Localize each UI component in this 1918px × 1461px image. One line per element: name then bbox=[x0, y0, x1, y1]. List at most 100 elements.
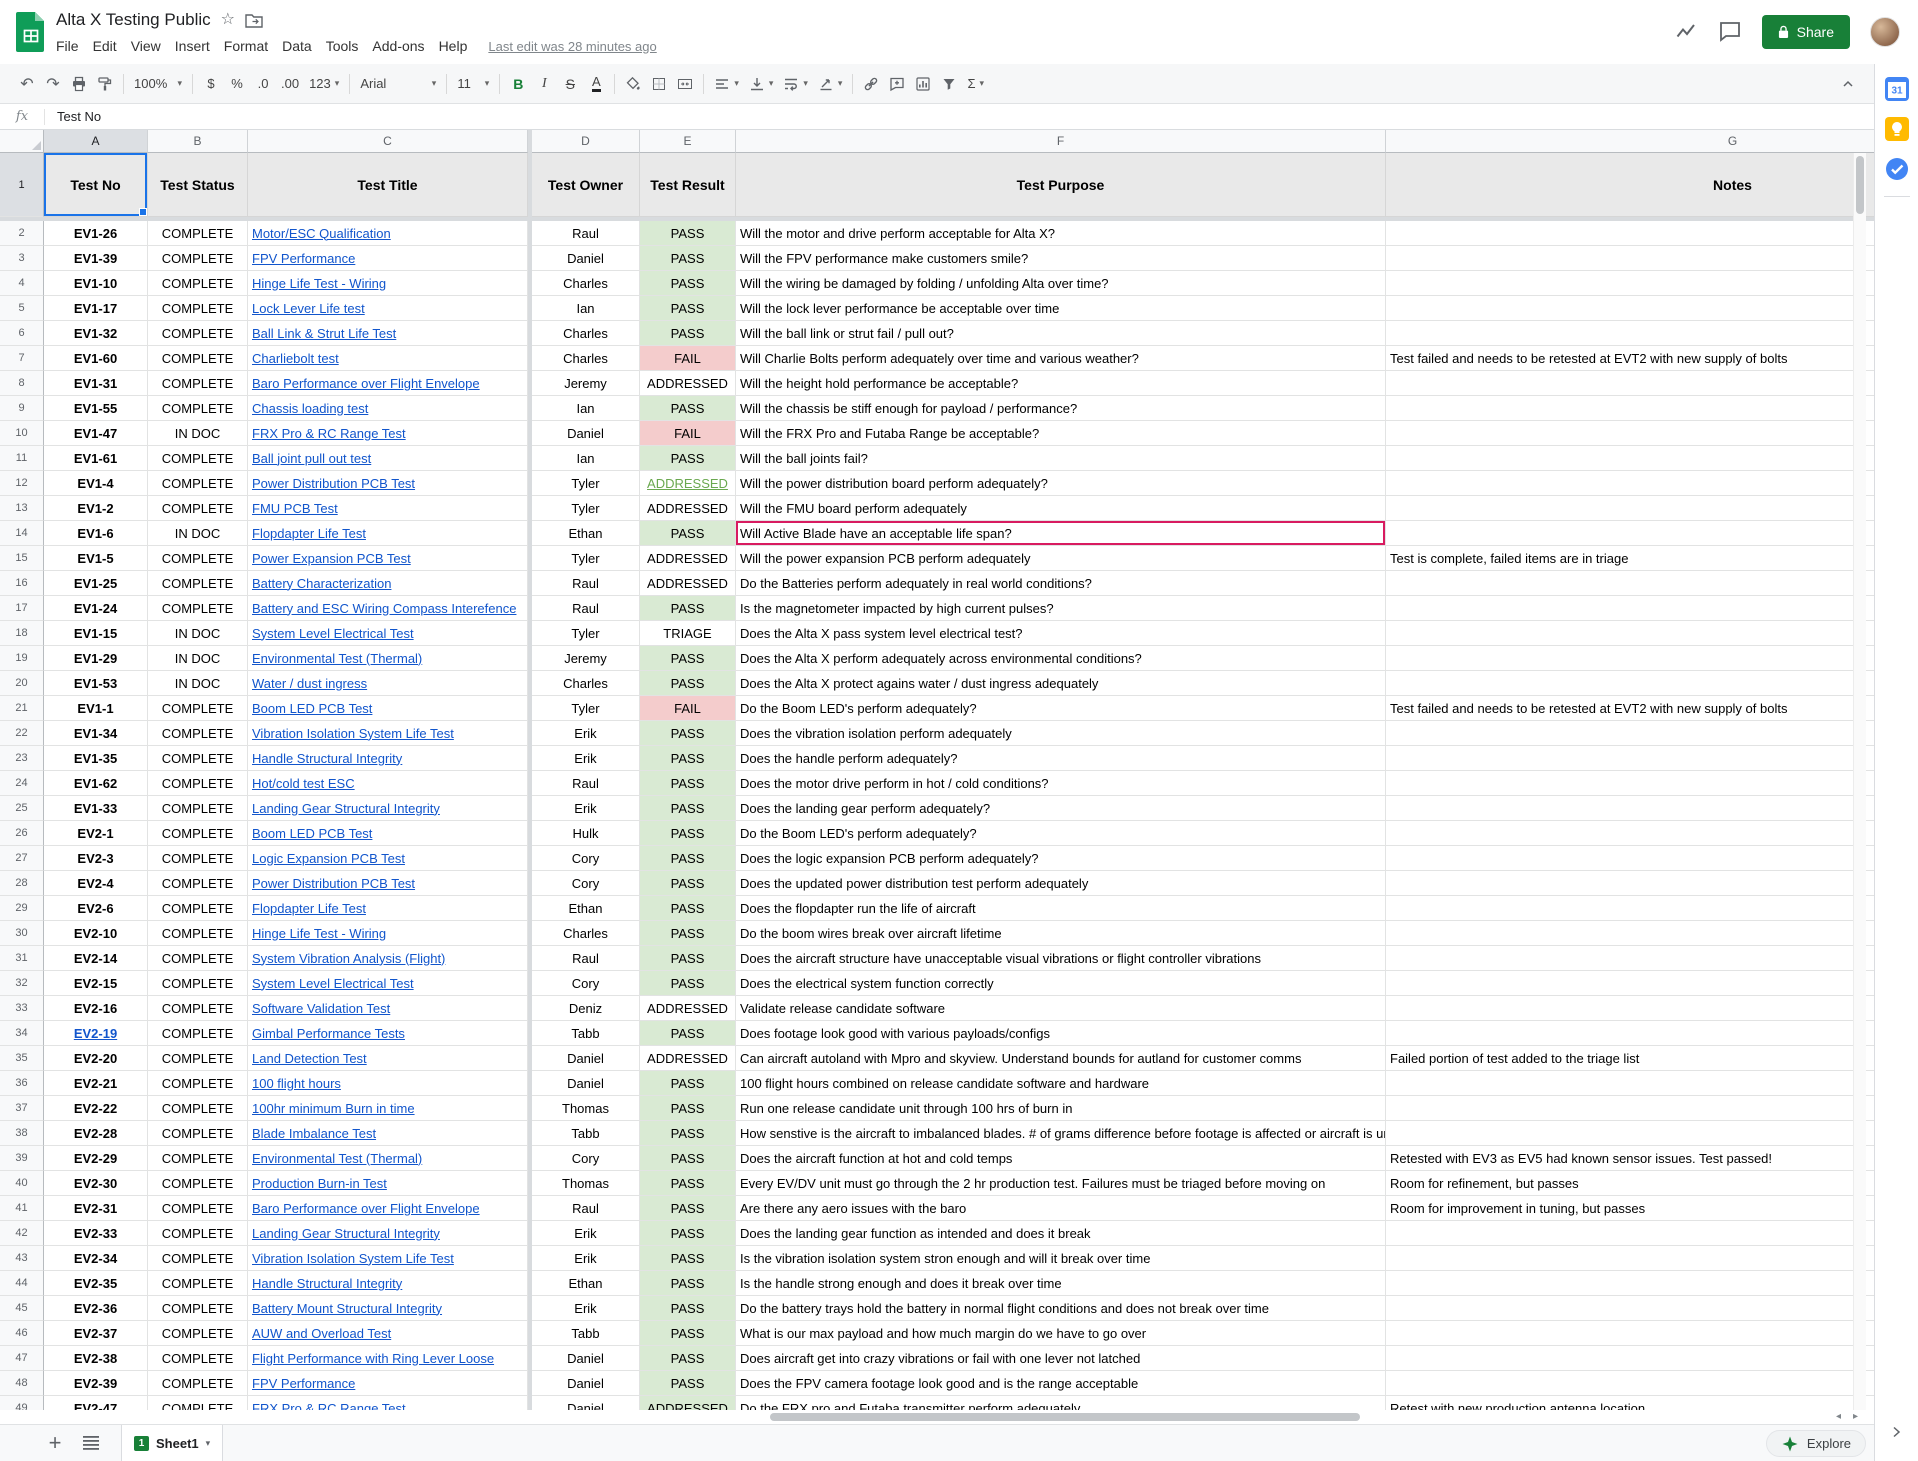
cell-E20[interactable]: PASS bbox=[640, 671, 736, 696]
cell-F43[interactable]: Is the vibration isolation system stron … bbox=[736, 1246, 1386, 1271]
cell-A20[interactable]: EV1-53 bbox=[44, 671, 148, 696]
cell-C38[interactable]: Blade Imbalance Test bbox=[248, 1121, 528, 1146]
cell-F47[interactable]: Does aircraft get into crazy vibrations … bbox=[736, 1346, 1386, 1371]
cell-G40[interactable]: Room for refinement, but passes bbox=[1386, 1171, 1874, 1196]
cell-A21[interactable]: EV1-1 bbox=[44, 696, 148, 721]
cell-C32[interactable]: System Level Electrical Test bbox=[248, 971, 528, 996]
cell-E27[interactable]: PASS bbox=[640, 846, 736, 871]
cell-B28[interactable]: COMPLETE bbox=[148, 871, 248, 896]
cell-C33[interactable]: Software Validation Test bbox=[248, 996, 528, 1021]
column-header-B[interactable]: B bbox=[148, 130, 248, 153]
row-header-4[interactable]: 4 bbox=[0, 271, 44, 296]
cell-G33[interactable] bbox=[1386, 996, 1874, 1021]
increase-decimal-places-button[interactable]: .00 bbox=[276, 71, 304, 97]
cell-G15[interactable]: Test is complete, failed items are in tr… bbox=[1386, 546, 1874, 571]
cell-F15[interactable]: Will the power expansion PCB perform ade… bbox=[736, 546, 1386, 571]
cell-F9[interactable]: Will the chassis be stiff enough for pay… bbox=[736, 396, 1386, 421]
cell-B5[interactable]: COMPLETE bbox=[148, 296, 248, 321]
cell-C7[interactable]: Charliebolt test bbox=[248, 346, 528, 371]
cell-E22[interactable]: PASS bbox=[640, 721, 736, 746]
cell-B12[interactable]: COMPLETE bbox=[148, 471, 248, 496]
row-header-39[interactable]: 39 bbox=[0, 1146, 44, 1171]
font-size-button[interactable]: 11▾ bbox=[452, 71, 494, 97]
cell-A1[interactable]: Test No bbox=[44, 153, 148, 217]
cell-D6[interactable]: Charles bbox=[532, 321, 640, 346]
cell-F28[interactable]: Does the updated power distribution test… bbox=[736, 871, 1386, 896]
cell-C41[interactable]: Baro Performance over Flight Envelope bbox=[248, 1196, 528, 1221]
cell-F40[interactable]: Every EV/DV unit must go through the 2 h… bbox=[736, 1171, 1386, 1196]
cell-G3[interactable] bbox=[1386, 246, 1874, 271]
cell-C1[interactable]: Test Title bbox=[248, 153, 528, 217]
cell-G25[interactable] bbox=[1386, 796, 1874, 821]
cell-B23[interactable]: COMPLETE bbox=[148, 746, 248, 771]
row-header-3[interactable]: 3 bbox=[0, 246, 44, 271]
cell-A16[interactable]: EV1-25 bbox=[44, 571, 148, 596]
cell-B34[interactable]: COMPLETE bbox=[148, 1021, 248, 1046]
cell-D49[interactable]: Daniel bbox=[532, 1396, 640, 1410]
cell-B49[interactable]: COMPLETE bbox=[148, 1396, 248, 1410]
cell-F22[interactable]: Does the vibration isolation perform ade… bbox=[736, 721, 1386, 746]
cell-C9[interactable]: Chassis loading test bbox=[248, 396, 528, 421]
cell-E38[interactable]: PASS bbox=[640, 1121, 736, 1146]
cell-A28[interactable]: EV2-4 bbox=[44, 871, 148, 896]
cell-G11[interactable] bbox=[1386, 446, 1874, 471]
vertical-scrollbar[interactable] bbox=[1853, 153, 1866, 1410]
cell-A22[interactable]: EV1-34 bbox=[44, 721, 148, 746]
cell-E5[interactable]: PASS bbox=[640, 296, 736, 321]
cell-B17[interactable]: COMPLETE bbox=[148, 596, 248, 621]
cell-F16[interactable]: Do the Batteries perform adequately in r… bbox=[736, 571, 1386, 596]
cell-G18[interactable] bbox=[1386, 621, 1874, 646]
cell-F32[interactable]: Does the electrical system function corr… bbox=[736, 971, 1386, 996]
cell-C20[interactable]: Water / dust ingress bbox=[248, 671, 528, 696]
row-header-42[interactable]: 42 bbox=[0, 1221, 44, 1246]
cell-G45[interactable] bbox=[1386, 1296, 1874, 1321]
vertical-align-button[interactable]: ▾ bbox=[744, 71, 779, 97]
row-header-24[interactable]: 24 bbox=[0, 771, 44, 796]
cell-G38[interactable] bbox=[1386, 1121, 1874, 1146]
scroll-right-arrow-icon[interactable]: ▸ bbox=[1853, 1410, 1858, 1424]
cell-A23[interactable]: EV1-35 bbox=[44, 746, 148, 771]
cell-F48[interactable]: Does the FPV camera footage look good an… bbox=[736, 1371, 1386, 1396]
cell-B1[interactable]: Test Status bbox=[148, 153, 248, 217]
cell-E29[interactable]: PASS bbox=[640, 896, 736, 921]
cell-D31[interactable]: Raul bbox=[532, 946, 640, 971]
row-header-16[interactable]: 16 bbox=[0, 571, 44, 596]
cell-A8[interactable]: EV1-31 bbox=[44, 371, 148, 396]
cell-C4[interactable]: Hinge Life Test - Wiring bbox=[248, 271, 528, 296]
cell-C6[interactable]: Ball Link & Strut Life Test bbox=[248, 321, 528, 346]
cell-G13[interactable] bbox=[1386, 496, 1874, 521]
cell-A43[interactable]: EV2-34 bbox=[44, 1246, 148, 1271]
cell-F42[interactable]: Does the landing gear function as intend… bbox=[736, 1221, 1386, 1246]
menu-file[interactable]: File bbox=[49, 37, 86, 55]
cell-D19[interactable]: Jeremy bbox=[532, 646, 640, 671]
row-header-35[interactable]: 35 bbox=[0, 1046, 44, 1071]
menu-tools[interactable]: Tools bbox=[319, 37, 366, 55]
cell-C17[interactable]: Battery and ESC Wiring Compass Interefen… bbox=[248, 596, 528, 621]
cell-G42[interactable] bbox=[1386, 1221, 1874, 1246]
cell-A49[interactable]: EV2-47 bbox=[44, 1396, 148, 1410]
cell-G29[interactable] bbox=[1386, 896, 1874, 921]
cell-B37[interactable]: COMPLETE bbox=[148, 1096, 248, 1121]
cell-E45[interactable]: PASS bbox=[640, 1296, 736, 1321]
cell-F27[interactable]: Does the logic expansion PCB perform ade… bbox=[736, 846, 1386, 871]
cell-D48[interactable]: Daniel bbox=[532, 1371, 640, 1396]
cell-E4[interactable]: PASS bbox=[640, 271, 736, 296]
cell-G16[interactable] bbox=[1386, 571, 1874, 596]
cell-F19[interactable]: Does the Alta X perform adequately acros… bbox=[736, 646, 1386, 671]
cell-E11[interactable]: PASS bbox=[640, 446, 736, 471]
cell-B39[interactable]: COMPLETE bbox=[148, 1146, 248, 1171]
cell-F26[interactable]: Do the Boom LED's perform adequately? bbox=[736, 821, 1386, 846]
cell-E47[interactable]: PASS bbox=[640, 1346, 736, 1371]
cell-D37[interactable]: Thomas bbox=[532, 1096, 640, 1121]
cell-A29[interactable]: EV2-6 bbox=[44, 896, 148, 921]
cell-G37[interactable] bbox=[1386, 1096, 1874, 1121]
cell-C28[interactable]: Power Distribution PCB Test bbox=[248, 871, 528, 896]
cell-C22[interactable]: Vibration Isolation System Life Test bbox=[248, 721, 528, 746]
cell-E36[interactable]: PASS bbox=[640, 1071, 736, 1096]
format-percent-button[interactable]: % bbox=[224, 71, 250, 97]
cell-G8[interactable] bbox=[1386, 371, 1874, 396]
cell-E33[interactable]: ADDRESSED bbox=[640, 996, 736, 1021]
cell-G39[interactable]: Retested with EV3 as EV5 had known senso… bbox=[1386, 1146, 1874, 1171]
cell-B46[interactable]: COMPLETE bbox=[148, 1321, 248, 1346]
row-header-9[interactable]: 9 bbox=[0, 396, 44, 421]
